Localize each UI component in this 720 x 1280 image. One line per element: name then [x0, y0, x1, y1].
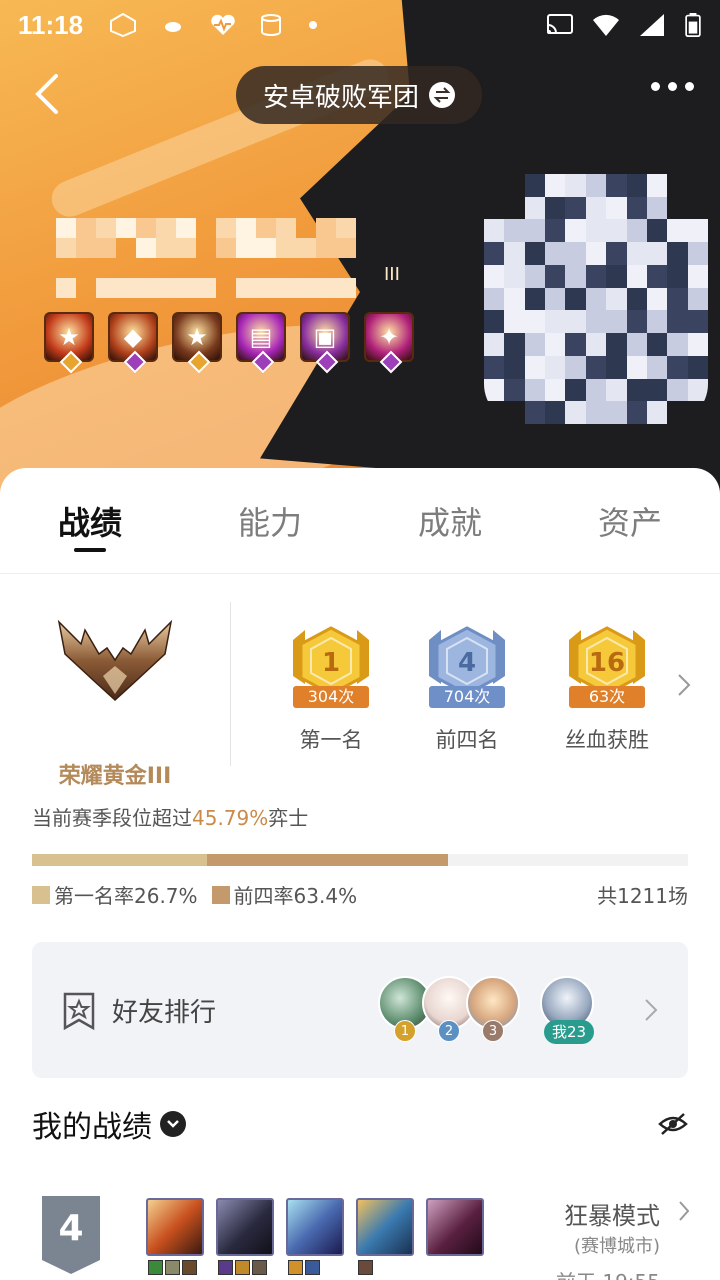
- server-title: 安卓破败军团: [262, 82, 419, 113]
- book-medal-icon[interactable]: ▤: [236, 312, 286, 374]
- my-rank-badge: 我23: [544, 1020, 595, 1044]
- tab-3[interactable]: 资产: [540, 468, 720, 573]
- more-icon[interactable]: [651, 82, 694, 91]
- chevron-down-icon[interactable]: [160, 1111, 186, 1137]
- stat-label: 第一名: [299, 728, 363, 752]
- cloud-icon: [165, 22, 182, 32]
- avatar[interactable]: [484, 174, 708, 424]
- stat-2[interactable]: 16 63次 丝血获胜: [552, 626, 662, 754]
- battery-icon: [685, 13, 701, 37]
- champion-portrait: [146, 1198, 204, 1256]
- rank-block[interactable]: 荣耀黄金III: [32, 614, 198, 790]
- my-record-title: 我的战绩: [32, 1110, 152, 1145]
- stat-hex-value: 1: [321, 648, 341, 678]
- card-medal-icon[interactable]: ▣: [300, 312, 350, 374]
- back-chevron-icon[interactable]: [28, 72, 68, 116]
- user-subtitle-pixelated: [56, 278, 376, 298]
- match-place: 4: [42, 1196, 100, 1274]
- first-rate-label: 第一名率26.7%: [54, 884, 198, 908]
- match-mode: 狂暴模式: [564, 1202, 660, 1230]
- champion-items: [218, 1260, 267, 1275]
- chevron-right-icon: [645, 999, 658, 1021]
- stat-label: 前四名: [435, 728, 499, 752]
- stats-more-chevron-icon[interactable]: [676, 672, 692, 698]
- divider: [230, 602, 231, 766]
- hide-eye-icon[interactable]: [658, 1112, 688, 1136]
- match-row[interactable]: 4 狂暴模式 (赛博城市) 前天 19:55: [0, 1190, 720, 1280]
- shield-medal-icon[interactable]: ◆: [108, 312, 158, 374]
- my-record-header: 我的战绩: [32, 1104, 688, 1145]
- stat-count: 304次: [293, 686, 369, 708]
- season-percentile-suffix: 弈士: [268, 806, 309, 830]
- signal-icon: [640, 14, 664, 36]
- health-icon: [211, 14, 235, 35]
- rank-name: 荣耀黄金III: [58, 764, 172, 789]
- username-pixelated: [56, 218, 376, 258]
- champion-portrait: [216, 1198, 274, 1256]
- friend-rank-badge: 3: [482, 1020, 504, 1042]
- achievement-badges: ★ ◆ ★ ▤ ▣ ✦: [44, 312, 414, 374]
- status-time: 11:18: [18, 9, 84, 40]
- match-map: (赛博城市): [573, 1236, 660, 1257]
- status-bar: 11:18: [0, 0, 720, 50]
- rank-emblem-icon: [57, 619, 173, 702]
- champion-items: [358, 1260, 373, 1275]
- tab-0[interactable]: 战绩: [0, 468, 180, 573]
- stat-count: 704次: [429, 686, 505, 708]
- cast-icon: [547, 14, 573, 34]
- top4-rate-swatch: [211, 885, 230, 904]
- top4-rate-label: 前四率63.4%: [233, 884, 358, 908]
- swap-icon: [429, 82, 455, 108]
- total-matches: 共1211场: [597, 884, 688, 908]
- app-icon: [110, 13, 137, 37]
- champion-items: [148, 1260, 197, 1275]
- tab-1[interactable]: 能力: [180, 468, 360, 573]
- tab-2[interactable]: 成就: [360, 468, 540, 573]
- storage-icon: [261, 14, 282, 36]
- rate-bar-first: [32, 854, 208, 866]
- friend-ranking-card[interactable]: 好友排行 1 2 3 我23: [32, 942, 688, 1078]
- star-medal-icon[interactable]: ★: [44, 312, 94, 374]
- server-switch-button[interactable]: 安卓破败军团: [236, 66, 482, 124]
- friend-rank-badge: 2: [438, 1020, 460, 1042]
- profile-tabs: 战绩 能力 成就 资产: [0, 468, 720, 574]
- stat-0[interactable]: 1 304次第一名: [276, 626, 386, 754]
- friend-ranking-title: 好友排行: [112, 998, 217, 1028]
- rank-section: 荣耀黄金III 1 304次 第一名 4 704次 前四名 16 63次 丝血获胜: [0, 600, 720, 789]
- friend-rank-badge: 1: [394, 1020, 416, 1042]
- stat-label: 丝血获胜: [565, 728, 649, 752]
- stat-hex-icon: 1 304次: [285, 626, 377, 710]
- dot-icon: [309, 21, 318, 29]
- top-nav: 安卓破败军团: [0, 62, 720, 126]
- champion-items: [288, 1260, 320, 1275]
- season-percentile-value: 45.79%: [192, 806, 269, 830]
- rate-bar: [32, 854, 688, 866]
- rate-legend: 第一名率26.7% 前四率63.4% 共1211场: [32, 880, 688, 909]
- season-percentile-prefix: 当前赛季段位超过: [32, 806, 192, 830]
- stat-hex-value: 16: [588, 648, 626, 678]
- champion-portrait: [356, 1198, 414, 1256]
- stat-hex-icon: 16 63次: [561, 626, 653, 710]
- season-percentile: 当前赛季段位超过45.79%弈士: [32, 802, 308, 831]
- star-medal-icon[interactable]: ★: [172, 312, 222, 374]
- user-subtitle-tail: III: [384, 264, 400, 285]
- stat-hex-icon: 4 704次: [421, 626, 513, 710]
- bookmark-star-icon: [63, 992, 95, 1030]
- match-time: 前天 19:55: [556, 1266, 660, 1280]
- chevron-right-icon: [679, 1201, 690, 1221]
- first-rate-swatch: [32, 885, 50, 904]
- champion-portrait: [286, 1198, 344, 1256]
- stat-hex-value: 4: [457, 648, 477, 678]
- stat-count: 63次: [569, 686, 645, 708]
- champion-portrait: [426, 1198, 484, 1256]
- flame-medal-icon[interactable]: ✦: [364, 312, 414, 374]
- stat-1[interactable]: 4 704次前四名: [412, 626, 522, 754]
- wifi-icon: [593, 14, 619, 36]
